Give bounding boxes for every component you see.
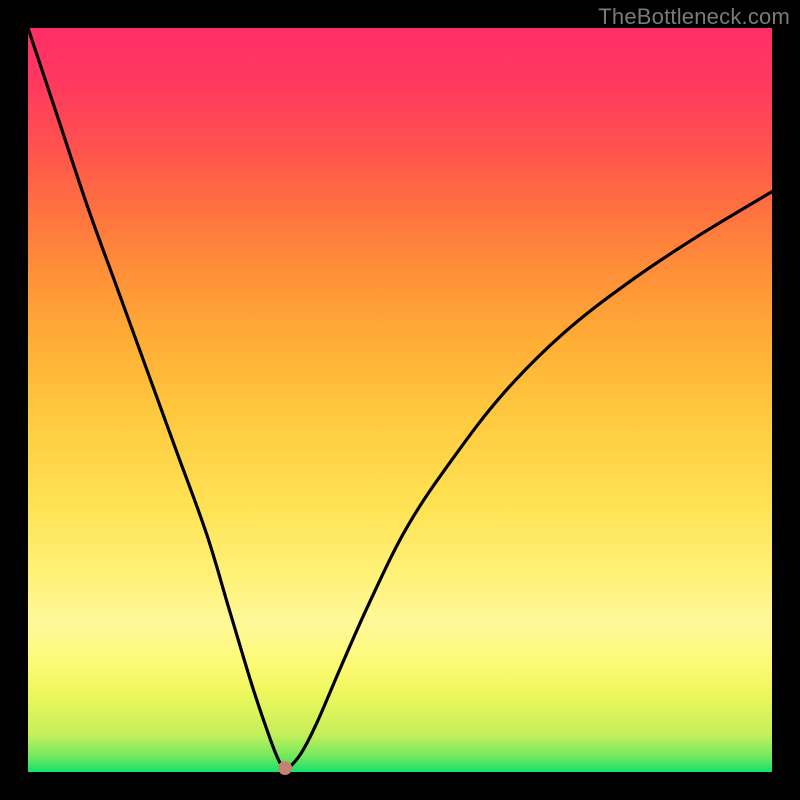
watermark-text: TheBottleneck.com — [598, 4, 790, 30]
curve-min-marker — [278, 761, 292, 775]
bottleneck-curve — [28, 28, 772, 772]
chart-frame: TheBottleneck.com — [0, 0, 800, 800]
plot-area — [28, 28, 772, 772]
